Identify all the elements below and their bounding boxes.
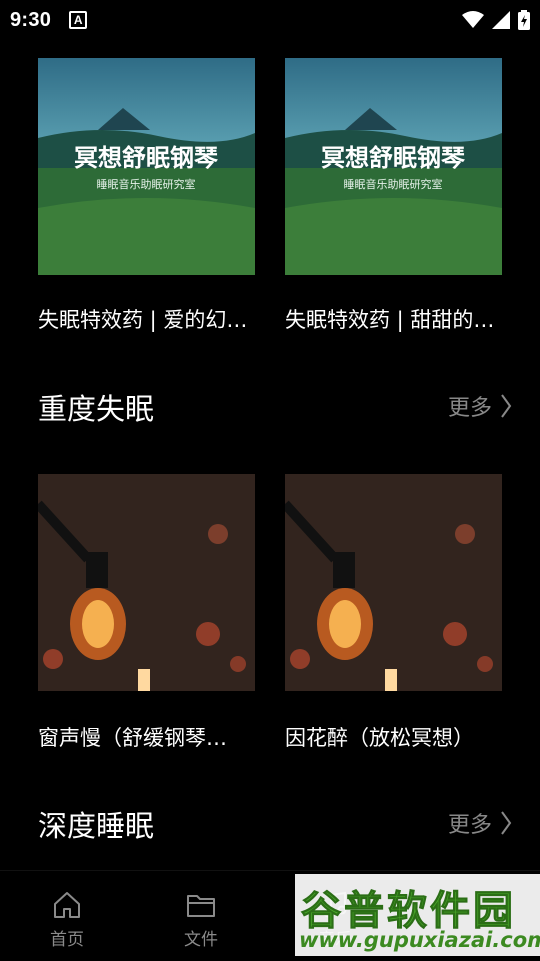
playlist-cover[interactable] xyxy=(285,474,502,691)
playlist-title[interactable]: 失眠特效药 | 甜甜的… xyxy=(285,304,513,334)
more-button[interactable]: 更多 xyxy=(448,390,512,422)
chevron-right-icon xyxy=(501,394,512,418)
cover-subtitle: 睡眠音乐助眠研究室 xyxy=(344,177,443,191)
cover-title: 冥想舒眠钢琴 xyxy=(321,144,465,172)
battery-icon xyxy=(518,10,530,30)
nav-files[interactable]: 文件 xyxy=(161,889,241,950)
nav-home[interactable]: 首页 xyxy=(27,889,107,950)
notification-icon: A xyxy=(69,11,88,29)
playlist-card[interactable]: 冥想舒眠钢琴 睡眠音乐助眠研究室 失眠特效药 | 爱的幻… xyxy=(38,58,255,332)
section-title: 深度睡眠 xyxy=(38,809,155,843)
playlist-title[interactable]: 失眠特效药 | 爱的幻… xyxy=(38,304,266,334)
site-watermark: 谷普软件园 www.gupuxiazai.com xyxy=(295,874,540,956)
folder-icon xyxy=(187,895,215,917)
wifi-icon xyxy=(462,11,484,28)
home-feed[interactable]: 冥想舒眠钢琴 睡眠音乐助眠研究室 失眠特效药 | 爱的幻… 冥想舒眠钢琴 睡眠音… xyxy=(0,40,540,860)
signal-icon xyxy=(492,11,510,29)
section-title: 重度失眠 xyxy=(38,392,155,426)
playlist-title[interactable]: 因花醉（放松冥想） xyxy=(285,722,513,752)
chevron-right-icon xyxy=(501,811,512,835)
playlist-title[interactable]: 窗声慢（舒缓钢琴… xyxy=(38,722,266,752)
playlist-cover[interactable] xyxy=(38,474,255,691)
cover-subtitle: 睡眠音乐助眠研究室 xyxy=(97,177,196,191)
more-label: 更多 xyxy=(447,396,492,421)
more-label: 更多 xyxy=(447,813,492,838)
more-button[interactable]: 更多 xyxy=(448,807,512,839)
home-icon xyxy=(54,892,80,918)
nav-label: 文件 xyxy=(184,930,218,950)
playlist-card[interactable]: 冥想舒眠钢琴 睡眠音乐助眠研究室 失眠特效药 | 甜甜的… xyxy=(285,58,502,332)
playlist-card[interactable]: 窗声慢（舒缓钢琴… xyxy=(38,474,255,750)
nav-label: 首页 xyxy=(50,930,84,950)
playlist-cover[interactable]: 冥想舒眠钢琴 睡眠音乐助眠研究室 xyxy=(285,58,502,275)
playlist-card[interactable]: 因花醉（放松冥想） xyxy=(285,474,502,750)
cover-title: 冥想舒眠钢琴 xyxy=(74,144,218,172)
status-bar: 9:30 A xyxy=(0,0,540,40)
playlist-cover[interactable]: 冥想舒眠钢琴 睡眠音乐助眠研究室 xyxy=(38,58,255,275)
watermark-url: www.gupuxiazai.com xyxy=(299,928,540,952)
status-time: 9:30 xyxy=(10,8,52,31)
